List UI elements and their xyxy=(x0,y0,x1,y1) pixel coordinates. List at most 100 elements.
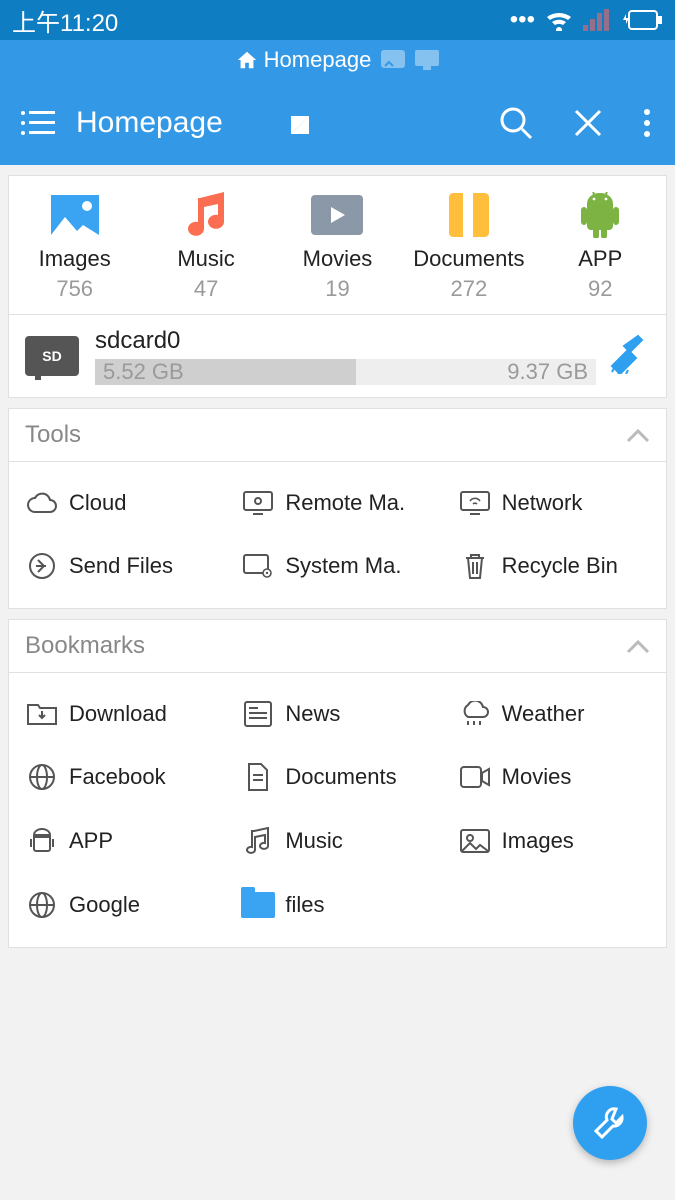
music-icon xyxy=(186,192,226,238)
item-label: Recycle Bin xyxy=(502,553,618,579)
system-icon xyxy=(243,554,273,578)
item-label: Download xyxy=(69,701,167,727)
bookmark-music[interactable]: Music xyxy=(229,809,445,873)
battery-charging-icon xyxy=(619,10,663,30)
bookmark-news[interactable]: News xyxy=(229,683,445,745)
bookmark-movies[interactable]: Movies xyxy=(446,745,662,809)
tools-header[interactable]: Tools xyxy=(9,409,666,462)
item-label: Images xyxy=(502,828,574,854)
chevron-up-icon xyxy=(626,638,650,654)
item-label: Send Files xyxy=(69,553,173,579)
fab-tool-button[interactable] xyxy=(573,1086,647,1160)
item-label: Documents xyxy=(285,764,396,790)
tool-network[interactable]: Network xyxy=(446,472,662,534)
clean-button[interactable] xyxy=(610,334,650,379)
item-label: Remote Ma. xyxy=(285,490,405,516)
title-dropdown[interactable]: Homepage xyxy=(64,106,499,140)
trash-icon xyxy=(463,552,487,580)
home-icon xyxy=(236,49,258,71)
page-title: Homepage xyxy=(76,106,223,140)
tool-cloud[interactable]: Cloud xyxy=(13,472,229,534)
item-label: Cloud xyxy=(69,490,126,516)
image-icon xyxy=(460,829,490,853)
item-label: files xyxy=(285,892,324,918)
android-icon xyxy=(580,192,620,238)
sdcard-icon: SD xyxy=(25,336,79,376)
bookmark-images[interactable]: Images xyxy=(446,809,662,873)
signal-icon xyxy=(583,9,609,31)
tab-remote-icon[interactable] xyxy=(381,50,405,70)
bookmark-facebook[interactable]: Facebook xyxy=(13,745,229,809)
news-icon xyxy=(244,701,272,727)
category-music[interactable]: Music 47 xyxy=(146,192,266,302)
video-icon xyxy=(460,766,490,788)
weather-icon xyxy=(460,701,490,727)
category-label: APP xyxy=(540,246,660,272)
android-icon xyxy=(30,827,54,855)
wifi-icon xyxy=(545,9,573,31)
category-label: Documents xyxy=(409,246,529,272)
cloud-icon xyxy=(27,492,57,514)
category-label: Movies xyxy=(277,246,397,272)
tab-homepage[interactable]: Homepage xyxy=(236,47,372,73)
bookmark-download[interactable]: Download xyxy=(13,683,229,745)
bookmark-files[interactable]: files xyxy=(229,873,445,937)
bookmark-google[interactable]: Google xyxy=(13,873,229,937)
bookmark-weather[interactable]: Weather xyxy=(446,683,662,745)
bookmarks-card: Bookmarks Download News Weather Facebook xyxy=(8,619,667,948)
item-label: Weather xyxy=(502,701,585,727)
storage-bar: 5.52 GB 9.37 GB xyxy=(95,359,596,385)
wrench-icon xyxy=(592,1105,628,1141)
toolbar: Homepage xyxy=(0,80,675,165)
menu-icon xyxy=(20,109,56,137)
category-count: 272 xyxy=(409,276,529,302)
status-icons: ••• xyxy=(510,6,663,34)
category-label: Music xyxy=(146,246,266,272)
item-label: APP xyxy=(69,828,113,854)
section-title: Bookmarks xyxy=(25,632,145,660)
tab-bar: Homepage xyxy=(0,40,675,80)
category-app[interactable]: APP 92 xyxy=(540,192,660,302)
storage-row[interactable]: SD sdcard0 5.52 GB 9.37 GB xyxy=(9,315,666,397)
bookmarks-header[interactable]: Bookmarks xyxy=(9,620,666,673)
bookmark-documents[interactable]: Documents xyxy=(229,745,445,809)
category-count: 756 xyxy=(15,276,135,302)
status-time: 上午11:20 xyxy=(12,3,118,38)
categories-card: Images 756 Music 47 Movies 19 Documents … xyxy=(8,175,667,398)
dropdown-caret-icon xyxy=(291,116,309,134)
category-count: 47 xyxy=(146,276,266,302)
documents-icon xyxy=(447,193,491,237)
monitor-icon xyxy=(243,491,273,515)
globe-icon xyxy=(28,763,56,791)
tools-card: Tools Cloud Remote Ma. Network Send File… xyxy=(8,408,667,609)
download-folder-icon xyxy=(27,702,57,726)
tool-system-manager[interactable]: System Ma. xyxy=(229,534,445,598)
status-bar: 上午11:20 ••• xyxy=(0,0,675,40)
tool-send-files[interactable]: Send Files xyxy=(13,534,229,598)
section-title: Tools xyxy=(25,421,81,449)
search-button[interactable] xyxy=(499,106,533,140)
menu-button[interactable] xyxy=(12,109,64,137)
item-label: System Ma. xyxy=(285,553,401,579)
overflow-menu-button[interactable] xyxy=(643,108,651,138)
item-label: Movies xyxy=(502,764,572,790)
close-button[interactable] xyxy=(573,108,603,138)
folder-icon xyxy=(241,892,275,918)
tool-recycle-bin[interactable]: Recycle Bin xyxy=(446,534,662,598)
broom-icon xyxy=(610,334,650,374)
category-count: 19 xyxy=(277,276,397,302)
item-label: Network xyxy=(502,490,583,516)
category-images[interactable]: Images 756 xyxy=(15,192,135,302)
globe-icon xyxy=(28,891,56,919)
item-label: Facebook xyxy=(69,764,166,790)
category-label: Images xyxy=(15,246,135,272)
item-label: News xyxy=(285,701,340,727)
storage-used: 5.52 GB xyxy=(95,359,192,385)
images-icon xyxy=(51,195,99,235)
category-movies[interactable]: Movies 19 xyxy=(277,192,397,302)
category-documents[interactable]: Documents 272 xyxy=(409,192,529,302)
music-note-icon xyxy=(246,827,270,855)
bookmark-app[interactable]: APP xyxy=(13,809,229,873)
tab-network-icon[interactable] xyxy=(415,50,439,70)
tool-remote-manager[interactable]: Remote Ma. xyxy=(229,472,445,534)
